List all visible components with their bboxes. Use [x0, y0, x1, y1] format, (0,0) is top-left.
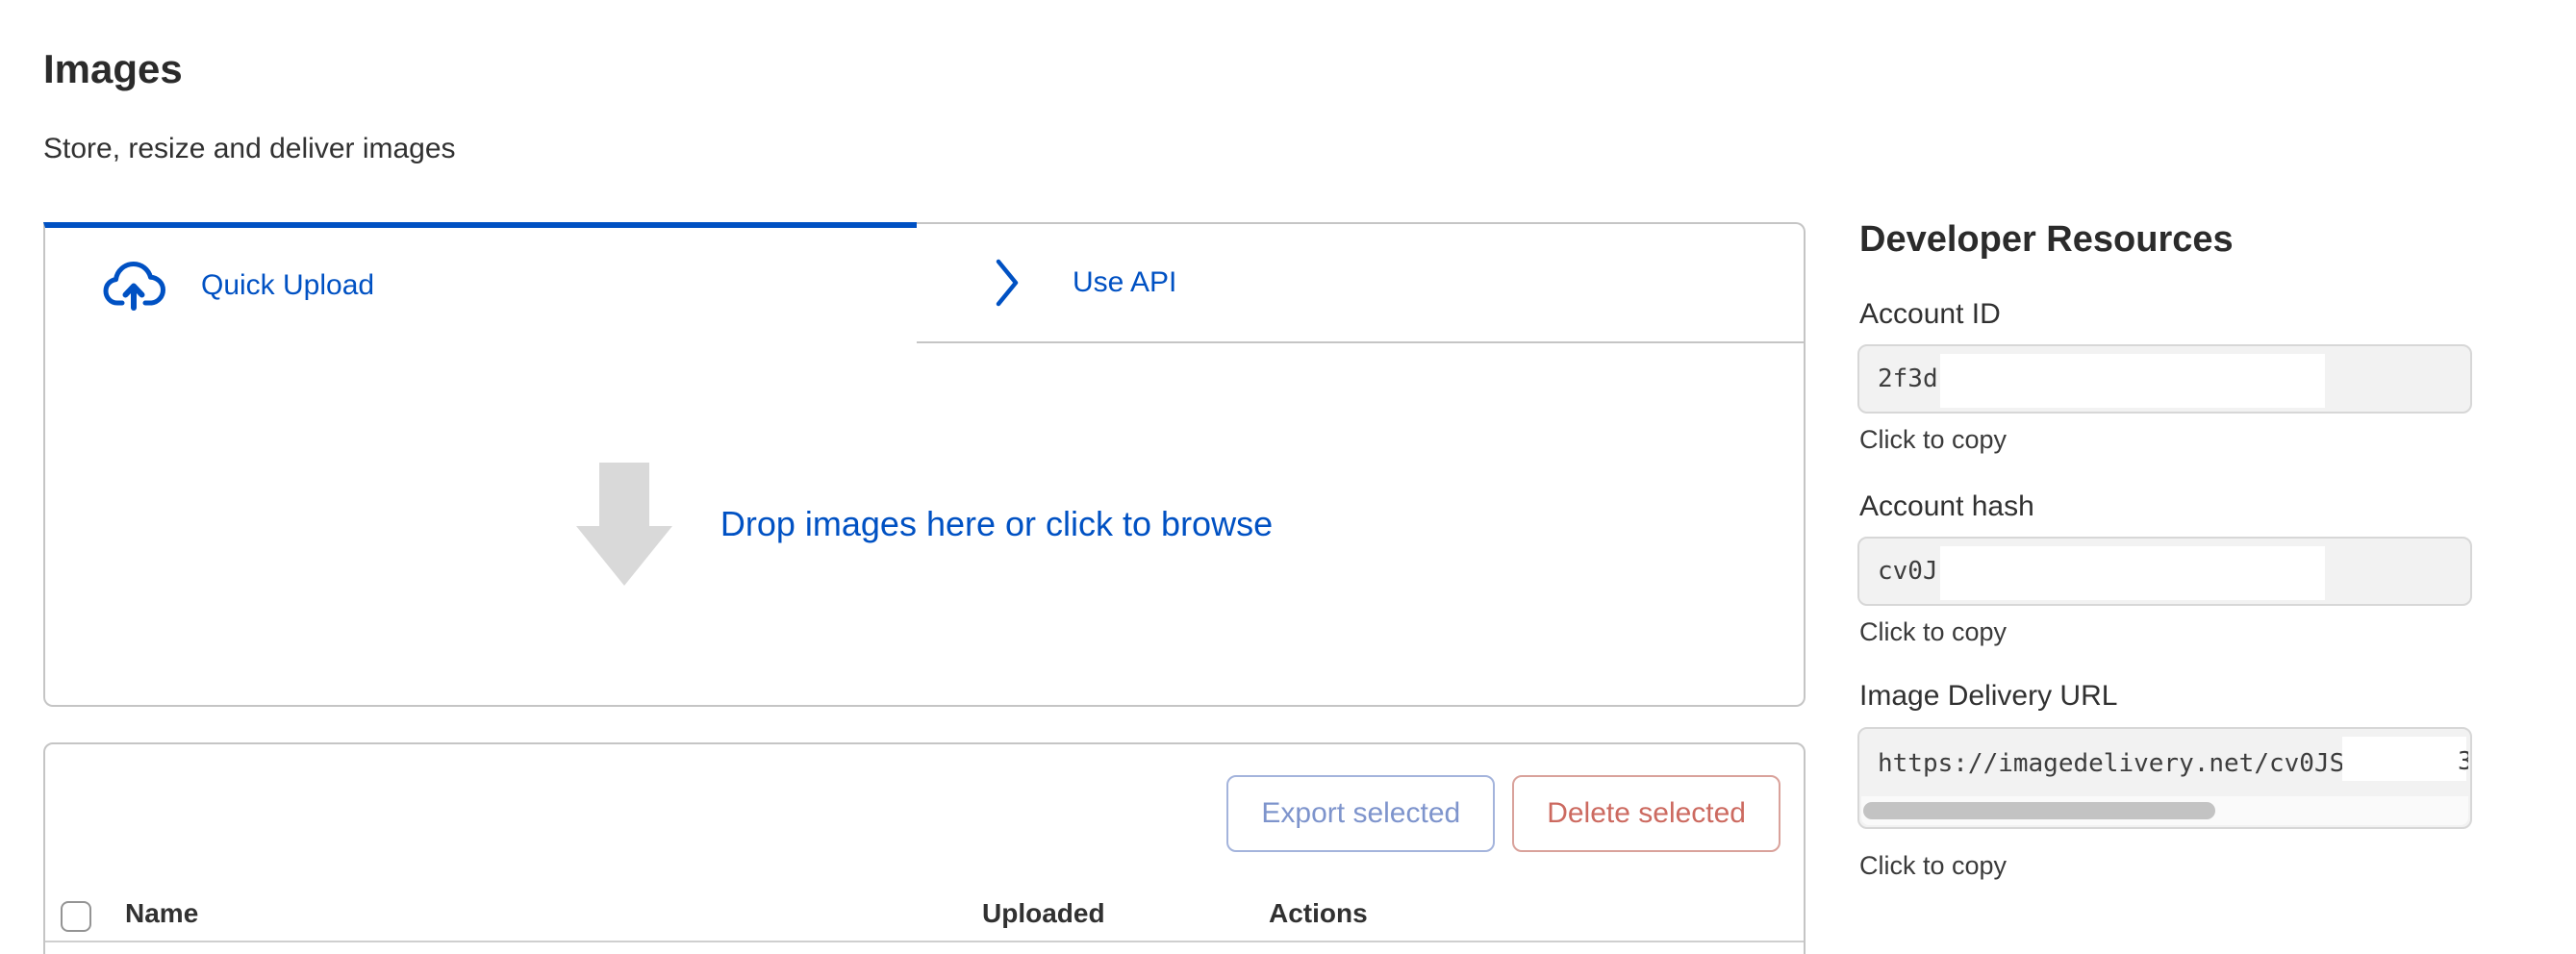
- column-header-name: Name: [125, 898, 198, 929]
- image-delivery-url-label: Image Delivery URL: [1859, 680, 2117, 713]
- page-title: Images: [43, 46, 183, 92]
- tab-use-api[interactable]: Use API: [917, 222, 1806, 343]
- account-id-label: Account ID: [1859, 298, 2001, 331]
- table-header-divider: [45, 941, 1804, 942]
- page-subtitle: Store, resize and deliver images: [43, 133, 456, 165]
- account-id-field[interactable]: 2f3d: [1857, 344, 2472, 414]
- account-hash-redaction-overlay: [1940, 546, 2325, 600]
- drop-arrow-icon: [576, 463, 672, 586]
- account-hash-field[interactable]: cv0J: [1857, 537, 2472, 606]
- image-delivery-url-field[interactable]: https://imagedelivery.net/cv0JSj 3: [1857, 727, 2472, 829]
- image-delivery-url-partial-glyph: 3: [2458, 735, 2468, 777]
- account-id-value: 2f3d: [1878, 364, 1938, 393]
- developer-resources-title: Developer Resources: [1859, 219, 2234, 261]
- horizontal-scrollbar-track[interactable]: [1861, 796, 2468, 825]
- account-hash-copy-hint: Click to copy: [1859, 617, 2007, 647]
- image-delivery-url-redaction-overlay: [2342, 737, 2466, 781]
- developer-resources-panel: Developer Resources Account ID 2f3d Clic…: [1857, 0, 2472, 954]
- select-all-checkbox[interactable]: [61, 901, 91, 932]
- image-delivery-url-copy-hint: Click to copy: [1859, 851, 2007, 881]
- tab-quick-upload-label: Quick Upload: [201, 269, 374, 302]
- column-header-actions: Actions: [1269, 898, 1368, 929]
- images-dashboard-page: Images Store, resize and deliver images …: [0, 0, 2576, 954]
- chevron-right-icon: [994, 257, 1021, 309]
- tab-use-api-label: Use API: [1073, 266, 1176, 299]
- account-hash-value: cv0J: [1878, 557, 1938, 586]
- table-header-row: Name Uploaded Actions: [45, 744, 1804, 942]
- account-id-copy-hint: Click to copy: [1859, 425, 2007, 455]
- dropzone-label: Drop images here or click to browse: [720, 504, 1273, 544]
- cloud-upload-icon: [103, 260, 166, 312]
- tab-quick-upload[interactable]: Quick Upload: [43, 222, 917, 343]
- images-table-card: Export selected Delete selected Name Upl…: [43, 742, 1806, 954]
- horizontal-scrollbar-thumb[interactable]: [1863, 802, 2215, 819]
- image-dropzone[interactable]: Drop images here or click to browse: [43, 343, 1806, 707]
- column-header-uploaded: Uploaded: [982, 898, 1105, 929]
- account-hash-label: Account hash: [1859, 490, 2034, 523]
- image-delivery-url-value: https://imagedelivery.net/cv0JSj: [1878, 749, 2360, 778]
- account-id-redaction-overlay: [1940, 354, 2325, 408]
- upload-tabs: Quick Upload Use API: [43, 222, 1806, 343]
